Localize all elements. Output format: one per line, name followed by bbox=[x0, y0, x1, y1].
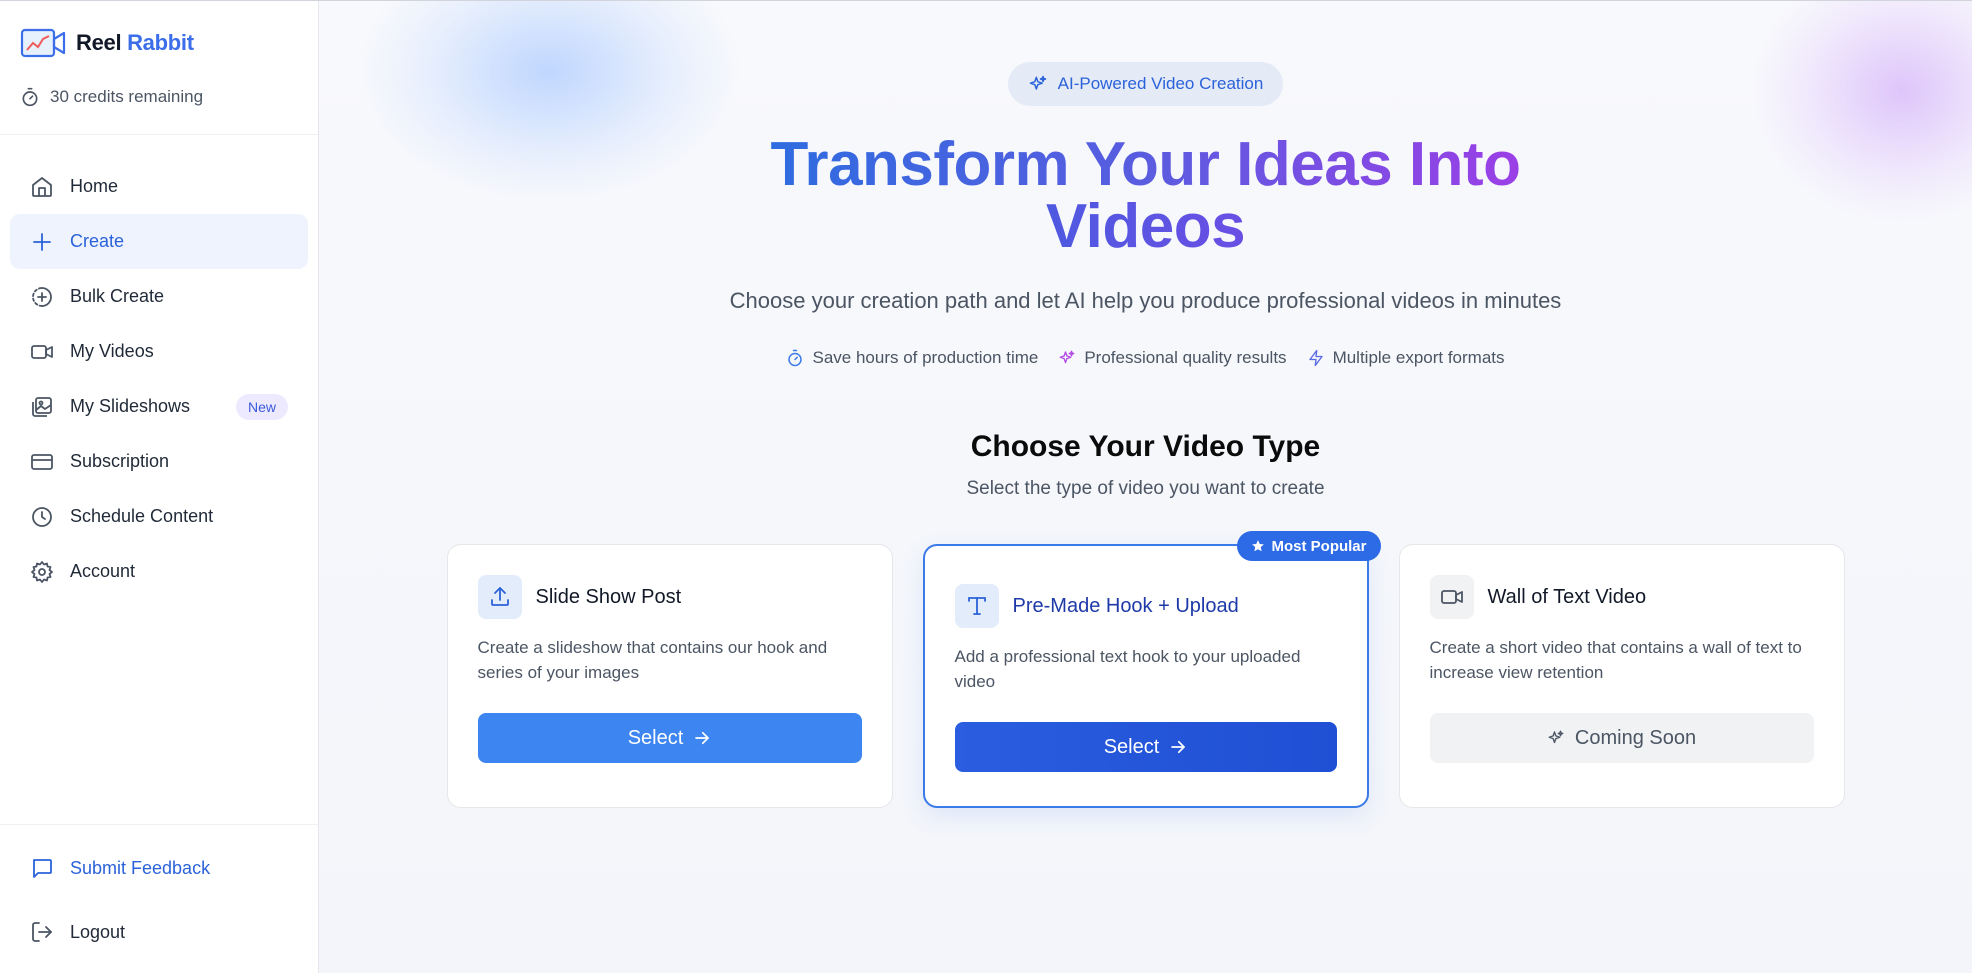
brand-name-part2: Rabbit bbox=[127, 30, 194, 55]
brand-logo-icon bbox=[20, 28, 66, 58]
card-description: Create a slideshow that contains our hoo… bbox=[477, 638, 828, 682]
card-icon-container bbox=[1429, 575, 1474, 619]
main-content: AI-Powered Video Creation Transform Your… bbox=[319, 1, 1972, 973]
hero-section: AI-Powered Video Creation Transform Your… bbox=[319, 1, 1972, 808]
sidebar-item-home[interactable]: Home bbox=[10, 159, 308, 214]
sidebar-item-subscription[interactable]: Subscription bbox=[10, 434, 308, 489]
upload-icon bbox=[490, 587, 509, 606]
sparkles-icon bbox=[1059, 350, 1075, 364]
credits-text: 30 credits remaining bbox=[50, 87, 204, 106]
feature-text: Professional quality results bbox=[1084, 348, 1287, 367]
video-type-card-wall-of-text[interactable]: Wall of Text Video Create a short video … bbox=[1398, 544, 1845, 808]
feature-list: Save hours of production time Profession… bbox=[786, 348, 1505, 368]
card-header: Pre-Made Hook + Upload bbox=[954, 584, 1337, 628]
card-header: Wall of Text Video bbox=[1429, 575, 1814, 619]
new-badge: New bbox=[235, 393, 288, 420]
card-icon-container bbox=[477, 575, 522, 619]
section-title: Choose Your Video Type bbox=[970, 430, 1321, 463]
sidebar-item-my-slideshows[interactable]: My Slideshows New bbox=[10, 379, 308, 434]
sidebar-item-label: Home bbox=[70, 176, 119, 196]
star-icon bbox=[1252, 540, 1265, 552]
sidebar: Reel Rabbit 30 credits remaining Home Cr… bbox=[0, 1, 319, 973]
submit-feedback-label: Submit Feedback bbox=[70, 857, 211, 878]
logout-button[interactable]: Logout bbox=[10, 911, 308, 953]
page-subtitle: Choose your creation path and let AI hel… bbox=[729, 288, 1562, 313]
credit-card-icon bbox=[31, 453, 53, 470]
brand[interactable]: Reel Rabbit bbox=[0, 1, 318, 61]
feature-item: Professional quality results bbox=[1058, 348, 1287, 368]
card-description: Create a short video that contains a wal… bbox=[1429, 638, 1802, 682]
arrow-right-icon bbox=[1171, 740, 1186, 754]
brand-name: Reel Rabbit bbox=[76, 30, 194, 56]
video-icon bbox=[31, 344, 53, 359]
gear-icon bbox=[31, 560, 53, 583]
card-title: Pre-Made Hook + Upload bbox=[1012, 594, 1239, 617]
video-type-cards: Slide Show Post Create a slideshow that … bbox=[446, 531, 1845, 808]
ai-powered-pill: AI-Powered Video Creation bbox=[1007, 62, 1284, 106]
page-title: Transform Your Ideas Into Videos bbox=[746, 134, 1546, 258]
images-icon bbox=[32, 396, 52, 417]
sidebar-item-label: Schedule Content bbox=[70, 506, 214, 526]
clock-icon bbox=[32, 506, 52, 527]
button-label: Select bbox=[627, 726, 684, 749]
page-title-line1: Transform Your Ideas Into bbox=[770, 130, 1521, 199]
app-root: Reel Rabbit 30 credits remaining Home Cr… bbox=[0, 0, 1972, 973]
video-icon bbox=[1440, 590, 1463, 604]
select-hook-upload-button[interactable]: Select bbox=[954, 722, 1337, 772]
sidebar-item-label: Bulk Create bbox=[70, 286, 165, 306]
logout-icon bbox=[32, 922, 52, 942]
video-type-card-slideshow[interactable]: Slide Show Post Create a slideshow that … bbox=[446, 544, 893, 808]
stopwatch-icon bbox=[22, 87, 38, 107]
button-label: Select bbox=[1103, 735, 1160, 758]
sidebar-item-label: Account bbox=[70, 561, 136, 581]
sparkles-icon bbox=[1029, 75, 1046, 90]
card-description: Add a professional text hook to your upl… bbox=[954, 647, 1301, 691]
section-subtitle: Select the type of video you want to cre… bbox=[966, 478, 1325, 499]
text-t-icon bbox=[967, 597, 986, 615]
sidebar-nav: Home Create Bulk Create My Videos My Sli… bbox=[0, 135, 318, 599]
sidebar-item-schedule-content[interactable]: Schedule Content bbox=[10, 489, 308, 544]
credits-indicator: 30 credits remaining bbox=[0, 61, 318, 113]
card-title: Slide Show Post bbox=[535, 585, 682, 608]
video-type-card-hook-upload[interactable]: Most Popular Pre-Made Hook + Upload Add … bbox=[922, 531, 1381, 808]
coming-soon-button: Coming Soon bbox=[1429, 713, 1814, 763]
sidebar-item-label: Subscription bbox=[70, 451, 170, 471]
button-label: Coming Soon bbox=[1574, 726, 1697, 749]
card-header: Slide Show Post bbox=[477, 575, 862, 619]
stopwatch-icon bbox=[788, 349, 803, 367]
feature-item: Save hours of production time bbox=[786, 348, 1038, 368]
message-icon bbox=[33, 859, 52, 878]
home-icon bbox=[32, 176, 52, 197]
logout-label: Logout bbox=[70, 921, 126, 942]
arrow-right-icon bbox=[695, 731, 710, 745]
lightning-icon bbox=[1308, 349, 1323, 367]
sidebar-item-label: Create bbox=[70, 231, 125, 251]
ai-powered-pill-text: AI-Powered Video Creation bbox=[1057, 74, 1264, 93]
sidebar-item-create[interactable]: Create bbox=[10, 214, 308, 269]
most-popular-text: Most Popular bbox=[1271, 537, 1367, 555]
sidebar-item-label: My Videos bbox=[70, 341, 154, 361]
feature-item: Multiple export formats bbox=[1307, 348, 1505, 368]
card-title: Wall of Text Video bbox=[1487, 585, 1647, 608]
card-icon-container bbox=[954, 584, 999, 628]
submit-feedback-link[interactable]: Submit Feedback bbox=[10, 847, 308, 889]
sparkles-icon bbox=[1548, 730, 1564, 744]
sidebar-footer: Submit Feedback Logout bbox=[0, 824, 318, 973]
feature-text: Save hours of production time bbox=[812, 348, 1039, 367]
brand-name-part1: Reel bbox=[76, 30, 122, 55]
bulk-create-icon bbox=[32, 286, 52, 307]
feature-text: Multiple export formats bbox=[1332, 348, 1505, 367]
sidebar-item-my-videos[interactable]: My Videos bbox=[10, 324, 308, 379]
sidebar-item-label: My Slideshows bbox=[70, 396, 191, 416]
plus-icon bbox=[33, 232, 51, 251]
page-title-line2: Videos bbox=[1045, 192, 1246, 261]
sidebar-item-bulk-create[interactable]: Bulk Create bbox=[10, 269, 308, 324]
sidebar-item-account[interactable]: Account bbox=[10, 544, 308, 599]
most-popular-badge: Most Popular bbox=[1237, 531, 1381, 561]
select-slideshow-button[interactable]: Select bbox=[477, 713, 862, 763]
